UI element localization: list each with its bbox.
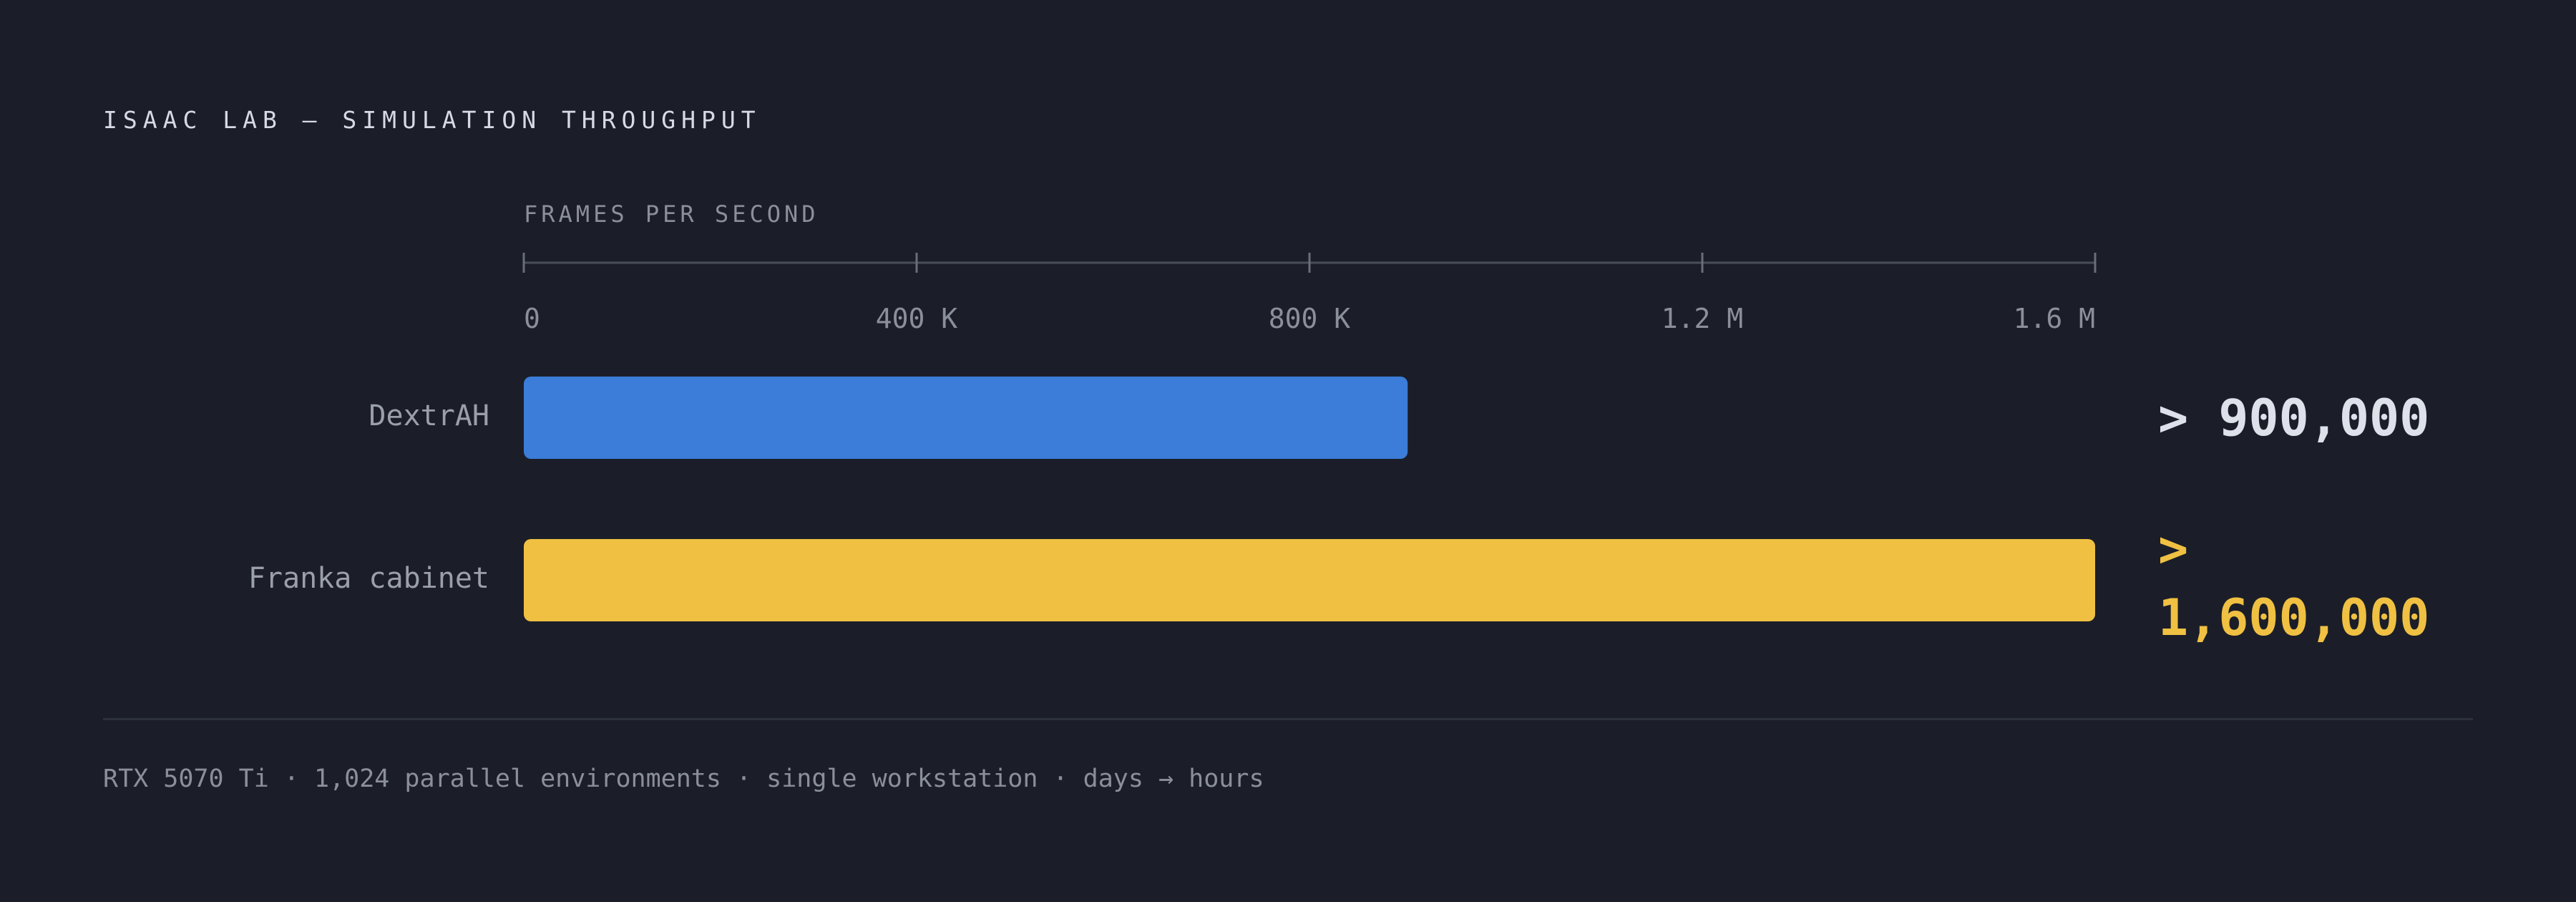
category-label: Franka cabinet — [248, 561, 489, 595]
value-label: > 900,000 — [2158, 388, 2430, 447]
x-tick-label: 400 K — [876, 303, 958, 334]
x-tick-label: 800 K — [1269, 303, 1351, 334]
divider — [103, 718, 2473, 720]
x-tick-label: 0 — [524, 303, 540, 334]
footer-note: RTX 5070 Ti · 1,024 parallel environment… — [103, 765, 1264, 793]
value-label: > 1,600,000 — [2158, 520, 2430, 647]
x-tick-label: 1.6 M — [2014, 303, 2095, 334]
category-label: DextrAH — [369, 399, 489, 432]
bar — [524, 539, 2095, 621]
bar — [524, 377, 1408, 459]
x-tick-label: 1.2 M — [1662, 303, 1743, 334]
